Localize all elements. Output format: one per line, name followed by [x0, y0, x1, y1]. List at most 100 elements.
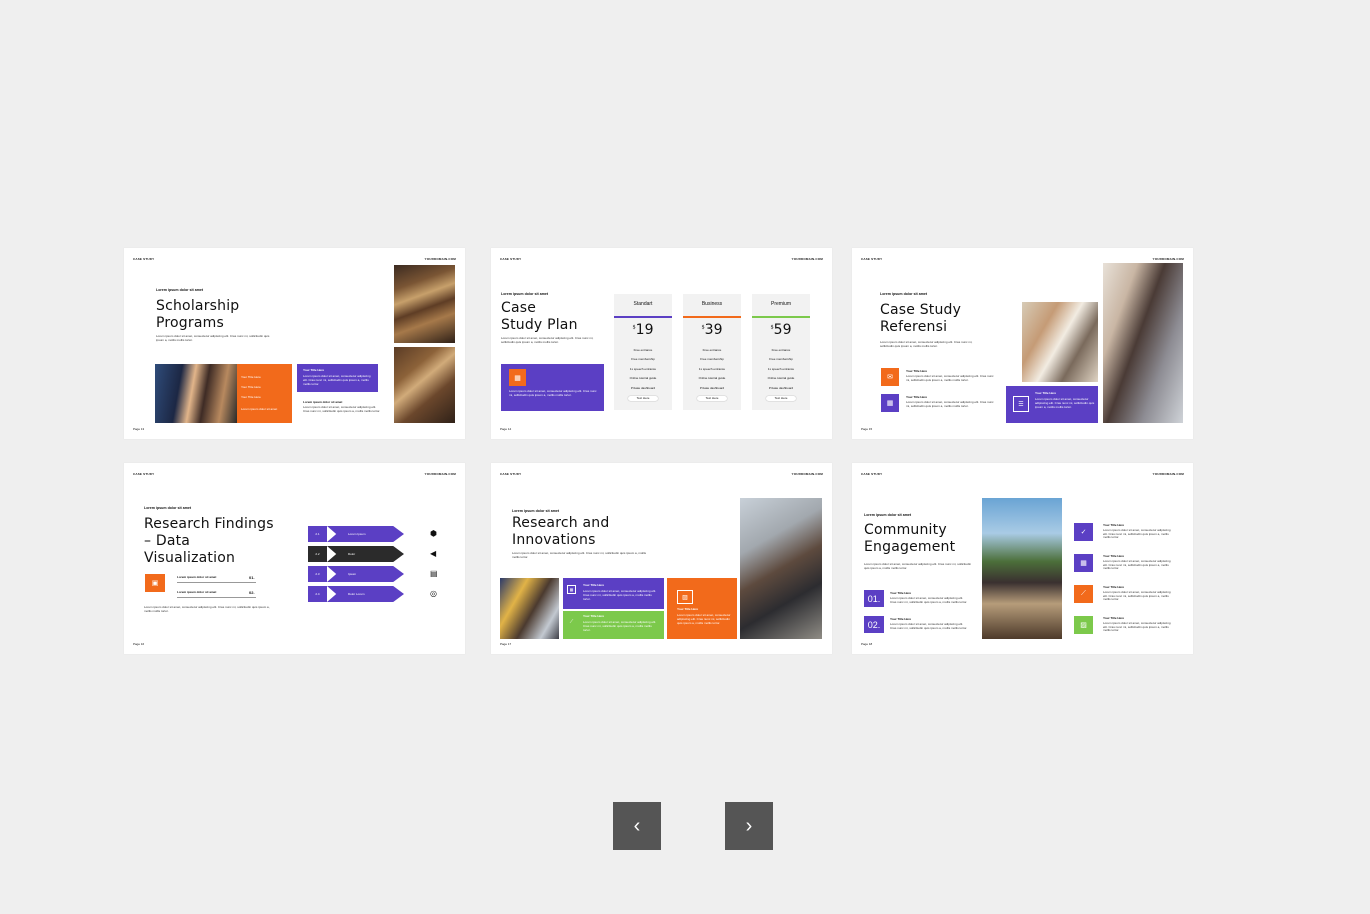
slide-thumbnail-14[interactable]: CASE STUDY YOURDOMAIN.COM Lorem ipsum do…: [491, 248, 832, 439]
slide-domain-label: YOURDOMAIN.COM: [424, 257, 456, 261]
stat-value: 02.: [249, 590, 255, 595]
slide-domain-label: YOURDOMAIN.COM: [1152, 257, 1184, 261]
briefcase-icon: ▣: [145, 574, 165, 592]
slide-thumbnail-13[interactable]: CASE STUDY Lorem ipsum dolor sit amet Sc…: [124, 248, 465, 439]
slide-body-text: Lorem ipsum dolor sit amet, consectetur …: [156, 334, 270, 342]
item-title: Your Title Here: [1103, 554, 1125, 558]
slide-domain-label: YOURDOMAIN.COM: [424, 472, 456, 476]
step-arrow: 2.2 Dolor ◀: [308, 546, 436, 562]
page-number: Page 14: [500, 427, 512, 431]
megaphone-icon: ◀: [430, 549, 437, 558]
page-number: Page 13: [133, 427, 145, 431]
slide-title: Research and Innovations: [512, 515, 610, 548]
purple-feature-box: ▦ Lorem ipsum dolor sit amet, consectetu…: [501, 364, 604, 411]
page-number: Page 17: [500, 642, 512, 646]
chevron-right-icon: ›: [745, 814, 753, 837]
item-title: Your Title Here: [1103, 616, 1125, 620]
orange-info-box: ▨ Your Title Here Lorem ipsum dolor sit …: [667, 578, 737, 639]
slide-header-label: CASE STUDY: [861, 257, 883, 261]
office-photo: [1022, 302, 1098, 382]
item-text: Lorem ipsum dolor sit amet, consectetur …: [1103, 528, 1171, 540]
step-arrow: 2.4 Dolor Lorem ◎: [308, 586, 437, 602]
pricing-plan-standart: Standart $19 Free entrance Free membershi…: [614, 294, 672, 410]
stat-divider: [177, 597, 256, 598]
slide-title: Scholarship Programs: [156, 298, 240, 331]
pricing-plan-business: Business $39 Free entrance Free membershi…: [683, 294, 741, 410]
slide-thumbnail-15[interactable]: CASE STUDY YOURDOMAIN.COM Lorem ipsum do…: [852, 248, 1193, 439]
step-text: Lorem ipsum dolor sit amet, consectetur …: [890, 596, 968, 604]
previous-page-button[interactable]: ‹: [613, 802, 661, 850]
chart-icon: ⟋: [569, 618, 574, 625]
slide-thumbnail-18[interactable]: CASE STUDY YOURDOMAIN.COM Lorem ipsum do…: [852, 463, 1193, 654]
pricing-button[interactable]: Text Here: [628, 396, 658, 401]
slide-title: Research Findings – Data Visualization: [144, 516, 274, 566]
slide-header-label: CASE STUDY: [500, 257, 522, 261]
item-text: Lorem ipsum dolor sit amet, consectetur …: [906, 400, 994, 408]
slide-body-text: Lorem ipsum dolor sit amet, consectetur …: [144, 605, 270, 613]
slide-domain-label: YOURDOMAIN.COM: [1152, 472, 1184, 476]
slide-kicker: Lorem ipsum dolor sit amet: [144, 506, 192, 510]
slide-title: Community Engagement: [864, 522, 956, 555]
slide-body-text: Lorem ipsum dolor sit amet, consectetur …: [880, 340, 973, 348]
step-arrow: 2.1 Lorem Ipsum ⬢: [308, 526, 437, 542]
item-title: Your Title Here: [906, 369, 928, 373]
slide-header-label: CASE STUDY: [500, 472, 522, 476]
step-title: Your Title Here: [890, 591, 912, 595]
stat-label: Lorem ipsum dolor sit amet: [177, 575, 217, 579]
slide-thumbnail-17[interactable]: CASE STUDY YOURDOMAIN.COM Lorem ipsum do…: [491, 463, 832, 654]
step-arrow: 2.3 Ipsum ▤: [308, 566, 438, 582]
chat-icon: ✉: [881, 368, 899, 386]
page-number: Page 15: [861, 427, 873, 431]
students-photo: [155, 364, 237, 423]
slide-title: Case Study Referensi: [880, 302, 962, 335]
page-number: Page 16: [133, 642, 145, 646]
purple-info-box: ▦ Your Title Here Lorem ipsum dolor sit …: [563, 578, 664, 609]
slide-kicker: Lorem ipsum dolor sit amet: [501, 292, 549, 296]
calendar-icon: ▦: [567, 585, 576, 594]
item-text: Lorem ipsum dolor sit amet, consectetur …: [1103, 621, 1171, 633]
image-icon: ▨: [677, 590, 693, 604]
slide-title: Case Study Plan: [501, 300, 578, 333]
library-photo: [394, 265, 455, 343]
student-laptop-photo: [1103, 263, 1183, 423]
slide-kicker: Lorem ipsum dolor sit amet: [864, 513, 912, 517]
pricing-plan-premium: Premium $59 Free entrance Free membership…: [752, 294, 810, 410]
item-text: Lorem ipsum dolor sit amet, consectetur …: [906, 374, 994, 382]
chevron-left-icon: ‹: [633, 814, 641, 837]
pricing-button[interactable]: Text Here: [697, 396, 727, 401]
item-text: Lorem ipsum dolor sit amet, consectetur …: [1103, 559, 1171, 571]
slide-body-text: Lorem ipsum dolor sit amet, consectetur …: [864, 562, 972, 570]
slide-domain-label: YOURDOMAIN.COM: [791, 257, 823, 261]
step-text: Lorem ipsum dolor sit amet, consectetur …: [890, 622, 968, 630]
info-text: Lorem ipsum dolor sit amet, consectetur …: [303, 405, 381, 413]
calendar-icon: ▦: [881, 394, 899, 412]
next-page-button[interactable]: ›: [725, 802, 773, 850]
slide-thumbnail-16[interactable]: CASE STUDY YOURDOMAIN.COM Lorem ipsum do…: [124, 463, 465, 654]
chart-icon: ⟋: [1074, 585, 1093, 603]
step-number-01: 01.: [864, 590, 884, 607]
check-icon: ✓: [1074, 523, 1093, 541]
printer-icon: ▤: [430, 569, 438, 578]
orange-panel: Your Title Here Your Title Here Your Tit…: [237, 364, 292, 423]
item-text: Lorem ipsum dolor sit amet, consectetur …: [1103, 590, 1171, 602]
green-info-box: ⟋ Your Title Here Lorem ipsum dolor sit …: [563, 611, 664, 639]
step-title: Your Title Here: [890, 617, 912, 621]
slide-header-label: CASE STUDY: [133, 472, 155, 476]
bookshelf-photo: [394, 347, 455, 423]
page-number: Page 18: [861, 642, 873, 646]
image-icon: ▨: [1074, 616, 1093, 634]
meeting-photo: [740, 498, 822, 639]
stat-divider: [177, 582, 256, 583]
info-label: Lorem ipsum dolor sit amet: [303, 400, 343, 404]
group-photo: [982, 498, 1062, 639]
slide-kicker: Lorem ipsum dolor sit amet: [880, 292, 928, 296]
purple-info-box: Your Title Here Lorem ipsum dolor sit am…: [297, 364, 378, 392]
purple-info-box: ☰ Your Title Here Lorem ipsum dolor sit …: [1006, 386, 1098, 423]
slide-kicker: Lorem ipsum dolor sit amet: [512, 509, 560, 513]
step-number-02: 02.: [864, 616, 884, 633]
slide-body-text: Lorem ipsum dolor sit amet, consectetur …: [501, 336, 594, 344]
calendar-icon: ▦: [1074, 554, 1093, 572]
pricing-button[interactable]: Text Here: [766, 396, 796, 401]
slide-body-text: Lorem ipsum dolor sit amet, consectetur …: [512, 551, 647, 559]
item-title: Your Title Here: [906, 395, 928, 399]
